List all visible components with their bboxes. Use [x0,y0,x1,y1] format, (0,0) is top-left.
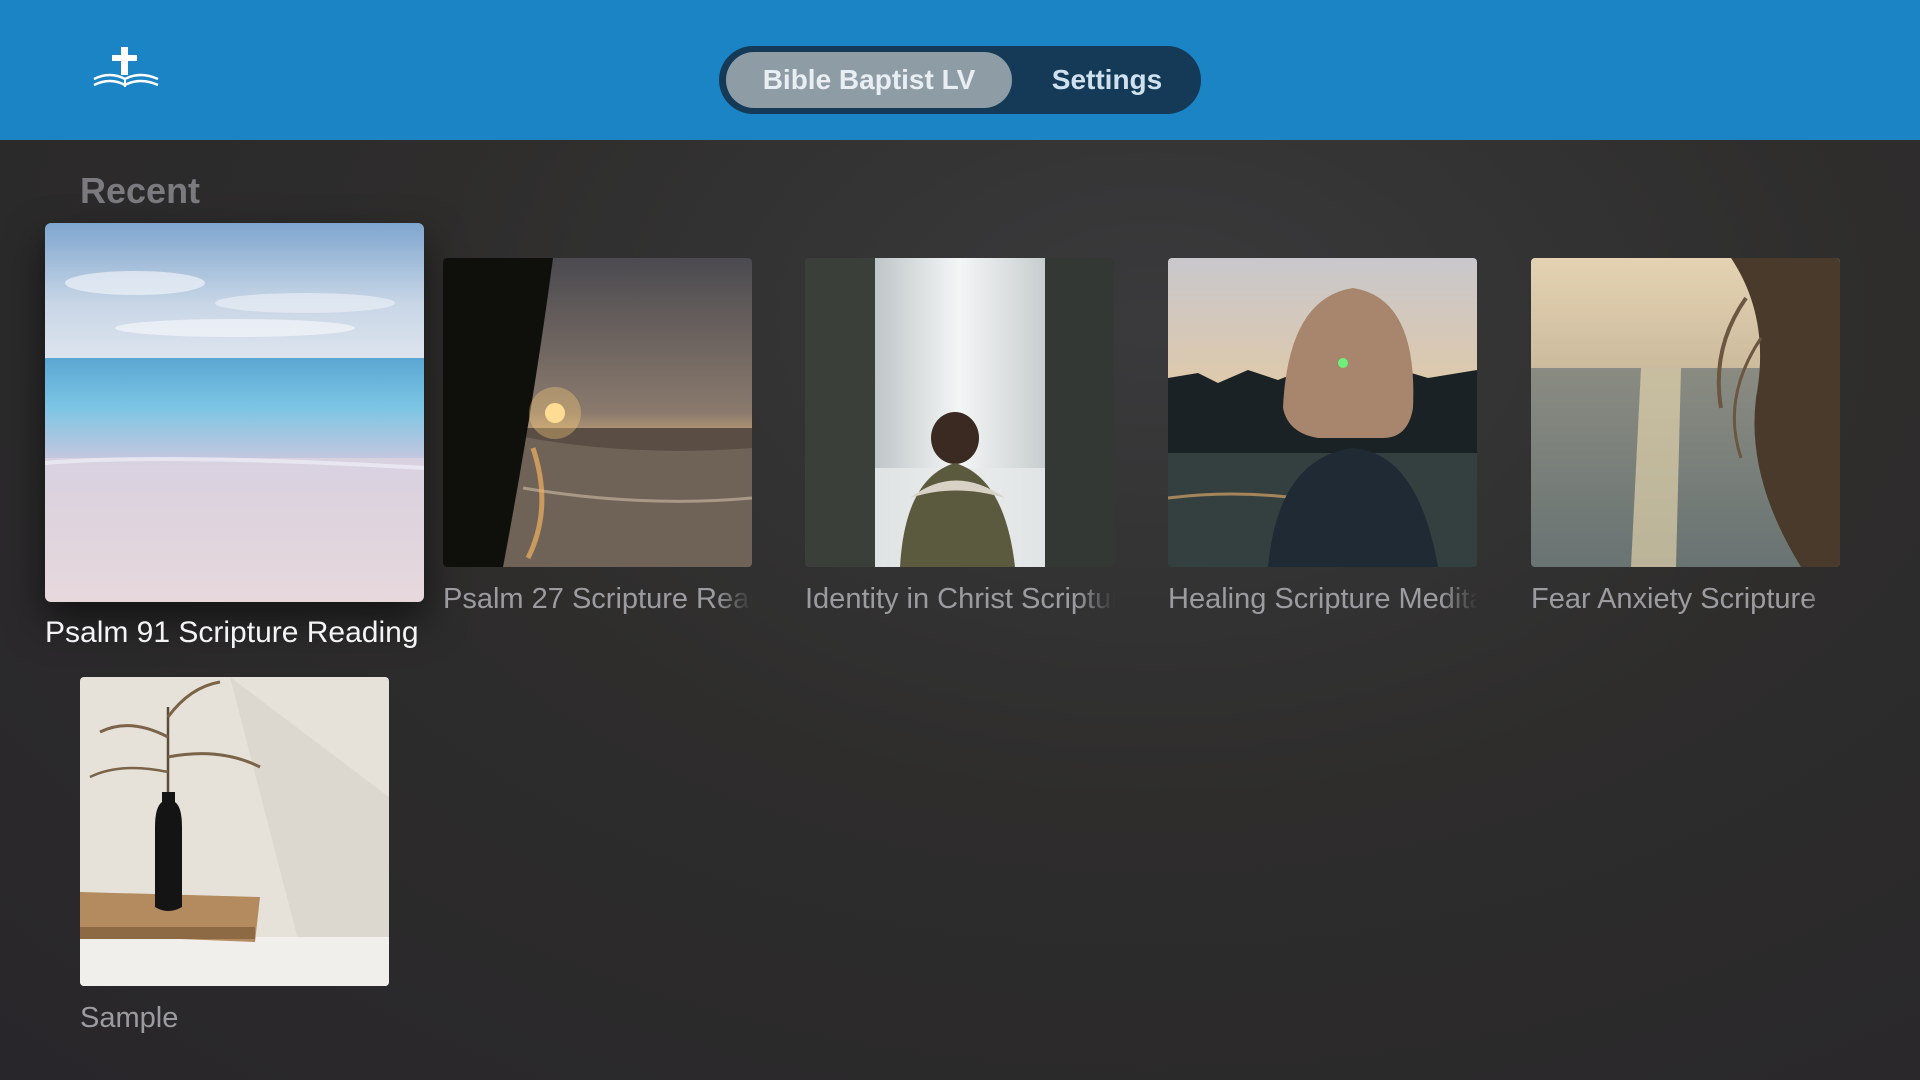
section-title: Recent [80,170,201,211]
cross-book-icon [90,45,162,93]
tile-title: Fear Anxiety Scripture [1531,583,1817,615]
thumbnail-sunset-shore [443,258,752,567]
media-tile-psalm-27[interactable]: Psalm 27 Scripture Reading [443,258,753,618]
tile-title: Identity in Christ Scripture [805,583,1115,615]
thumbnail-waterfall [805,258,1114,567]
top-bar: Bible Baptist LV Settings [0,0,1920,140]
top-tab-bar: Bible Baptist LV Settings [719,46,1201,114]
tile-title: Psalm 27 Scripture Reading [443,583,753,615]
tab-settings[interactable]: Settings [1019,52,1195,108]
thumbnail-vase [80,677,389,986]
tab-bible-baptist-lv[interactable]: Bible Baptist LV [726,52,1012,108]
thumbnail-woman-lake [1168,258,1477,567]
thumbnail-beach [45,223,424,602]
tile-title: Healing Scripture Meditation [1168,583,1478,615]
tile-title: Sample [80,1002,179,1034]
media-tile-fear-anxiety[interactable]: Fear Anxiety Scripture [1531,258,1841,618]
media-tile-healing-scripture[interactable]: Healing Scripture Meditation [1168,258,1478,618]
tile-title: Psalm 91 Scripture Reading [45,616,419,649]
media-tile-identity-in-christ[interactable]: Identity in Christ Scripture [805,258,1115,618]
thumbnail-hair-sunset [1531,258,1840,567]
media-tile-sample[interactable]: Sample [80,677,390,1037]
media-tile-psalm-91[interactable]: Psalm 91 Scripture Reading [45,223,425,663]
